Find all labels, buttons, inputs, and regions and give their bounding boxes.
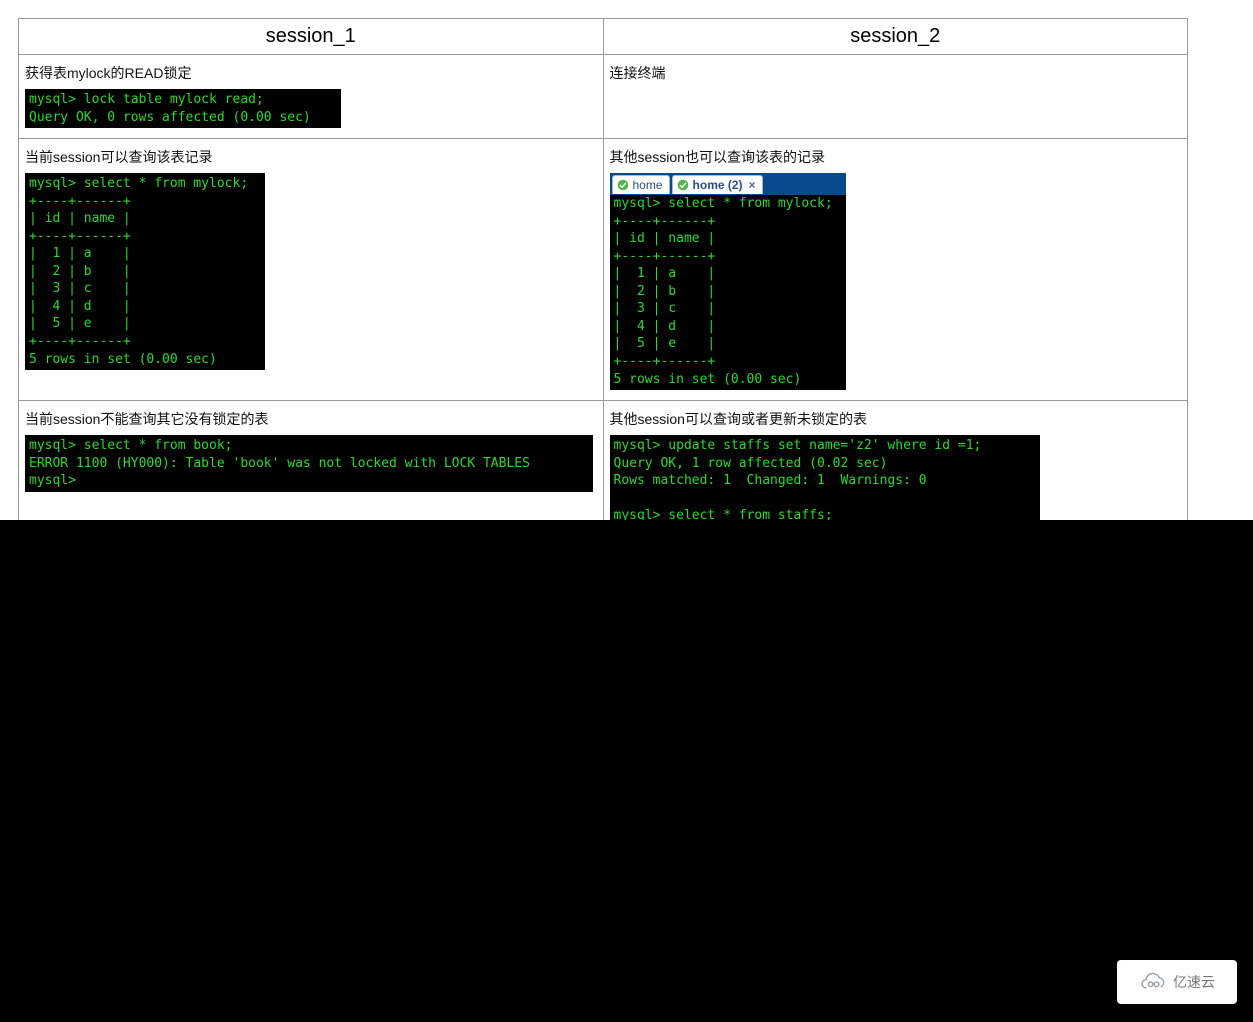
row-desc: 当前session可以查询该表记录 [25, 147, 597, 167]
tab-home[interactable]: home [612, 175, 670, 194]
tab-label: home (2) [693, 178, 743, 192]
row-desc: 其他session可以查询或者更新未锁定的表 [610, 409, 1182, 429]
watermark-text: 亿速云 [1173, 972, 1215, 992]
terminal-output: mysql> lock table mylock read; Query OK,… [25, 89, 341, 128]
terminal-tabbar: home home (2) × [610, 173, 846, 195]
col-header-session-1: session_1 [19, 19, 604, 55]
row-desc: 获得表mylock的READ锁定 [25, 63, 597, 83]
cloud-icon [1139, 972, 1167, 992]
terminal-output: mysql> select * from mylock; +----+-----… [610, 195, 846, 390]
tab-home-2[interactable]: home (2) × [672, 175, 763, 194]
session-comparison-table: session_1 session_2 获得表mylock的READ锁定 mys… [18, 18, 1188, 590]
col-header-session-2: session_2 [603, 19, 1188, 55]
terminal-output: mysql> select * from book; ERROR 1100 (H… [25, 435, 593, 492]
table-row: 获得表mylock的READ锁定 mysql> lock table myloc… [19, 55, 1188, 139]
table-row: 当前session可以查询该表记录 mysql> select * from m… [19, 139, 1188, 401]
terminal-output: mysql> select * from mylock; +----+-----… [25, 173, 265, 370]
check-icon [677, 179, 689, 191]
watermark-badge: 亿速云 [1117, 960, 1237, 1004]
row-desc: 其他session也可以查询该表的记录 [610, 147, 1182, 167]
tab-label: home [633, 178, 663, 192]
check-icon [617, 179, 629, 191]
row-desc: 连接终端 [610, 63, 1182, 83]
close-icon[interactable]: × [749, 178, 756, 192]
row-desc: 当前session不能查询其它没有锁定的表 [25, 409, 597, 429]
black-strip [0, 520, 1253, 1022]
